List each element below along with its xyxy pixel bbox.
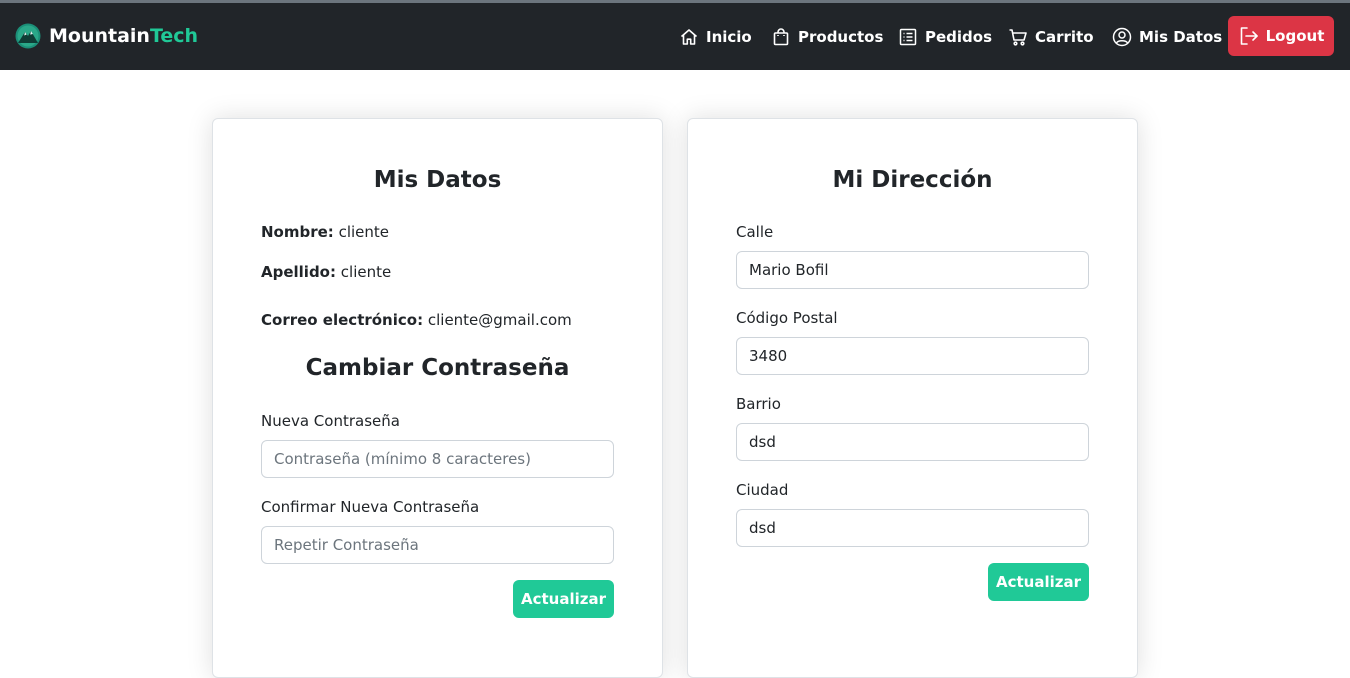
apellido-label: Apellido:	[261, 263, 336, 281]
calle-input[interactable]	[736, 251, 1089, 289]
brand-name-part1: Mountain	[49, 25, 150, 47]
nueva-contrasena-label: Nueva Contraseña	[261, 412, 400, 430]
nav-item-label: Pedidos	[925, 28, 993, 46]
brand[interactable]: MountainTech	[15, 23, 198, 49]
nueva-contrasena-input[interactable]	[261, 440, 614, 478]
barrio-label: Barrio	[736, 395, 781, 413]
brand-name-part2: Tech	[149, 25, 199, 47]
user-circle-icon	[1112, 27, 1132, 47]
brand-name: MountainTech	[49, 25, 198, 47]
logout-label: Logout	[1265, 27, 1325, 45]
logout-icon	[1240, 27, 1258, 45]
actualizar-contrasena-button[interactable]: Actualizar	[513, 580, 614, 618]
mis-datos-title: Mis Datos	[373, 167, 502, 193]
nav-item-inicio[interactable]: Inicio	[679, 24, 752, 50]
nav-item-mis-datos[interactable]: Mis Datos	[1112, 24, 1222, 50]
nav-item-label: Inicio	[706, 28, 752, 46]
nav-item-label: Mis Datos	[1139, 28, 1223, 46]
nav-item-productos[interactable]: Productos	[771, 24, 883, 50]
nav-item-label: Carrito	[1035, 28, 1094, 46]
actualizar-direccion-button[interactable]: Actualizar	[988, 563, 1089, 601]
mis-datos-card: Mis Datos Nombre: cliente Apellido: clie…	[212, 118, 663, 678]
confirmar-contrasena-input[interactable]	[261, 526, 614, 564]
nombre-value: cliente	[338, 223, 390, 241]
cart-icon	[1009, 29, 1027, 46]
ciudad-label: Ciudad	[736, 481, 789, 499]
list-icon	[899, 28, 917, 46]
nombre-label: Nombre:	[261, 223, 334, 241]
calle-label: Calle	[736, 223, 774, 241]
nombre-line: Nombre: cliente	[261, 223, 389, 241]
ciudad-input[interactable]	[736, 509, 1089, 547]
apellido-value: cliente	[340, 263, 392, 281]
nav-item-carrito[interactable]: Carrito	[1008, 24, 1094, 50]
house-icon	[680, 29, 698, 45]
apellido-line: Apellido: cliente	[261, 263, 391, 281]
barrio-input[interactable]	[736, 423, 1089, 461]
bag-icon	[773, 28, 789, 46]
correo-line: Correo electrónico: cliente@gmail.com	[261, 311, 572, 329]
confirmar-contrasena-label: Confirmar Nueva Contraseña	[261, 498, 480, 516]
nav-item-pedidos[interactable]: Pedidos	[898, 24, 992, 50]
nav-item-label: Productos	[798, 28, 884, 46]
codigo-postal-label: Código Postal	[736, 309, 838, 327]
mi-direccion-title: Mi Dirección	[832, 167, 993, 193]
codigo-postal-input[interactable]	[736, 337, 1089, 375]
navbar: MountainTech Inicio Productos Pedidos Ca…	[0, 3, 1350, 70]
correo-label: Correo electrónico:	[261, 311, 424, 329]
cambiar-contrasena-title: Cambiar Contraseña	[305, 355, 570, 381]
correo-value: cliente@gmail.com	[427, 311, 572, 329]
mi-direccion-card: Mi Dirección Calle Código Postal Barrio …	[687, 118, 1138, 678]
mountain-logo-icon	[15, 23, 41, 49]
logout-button[interactable]: Logout	[1228, 16, 1334, 56]
